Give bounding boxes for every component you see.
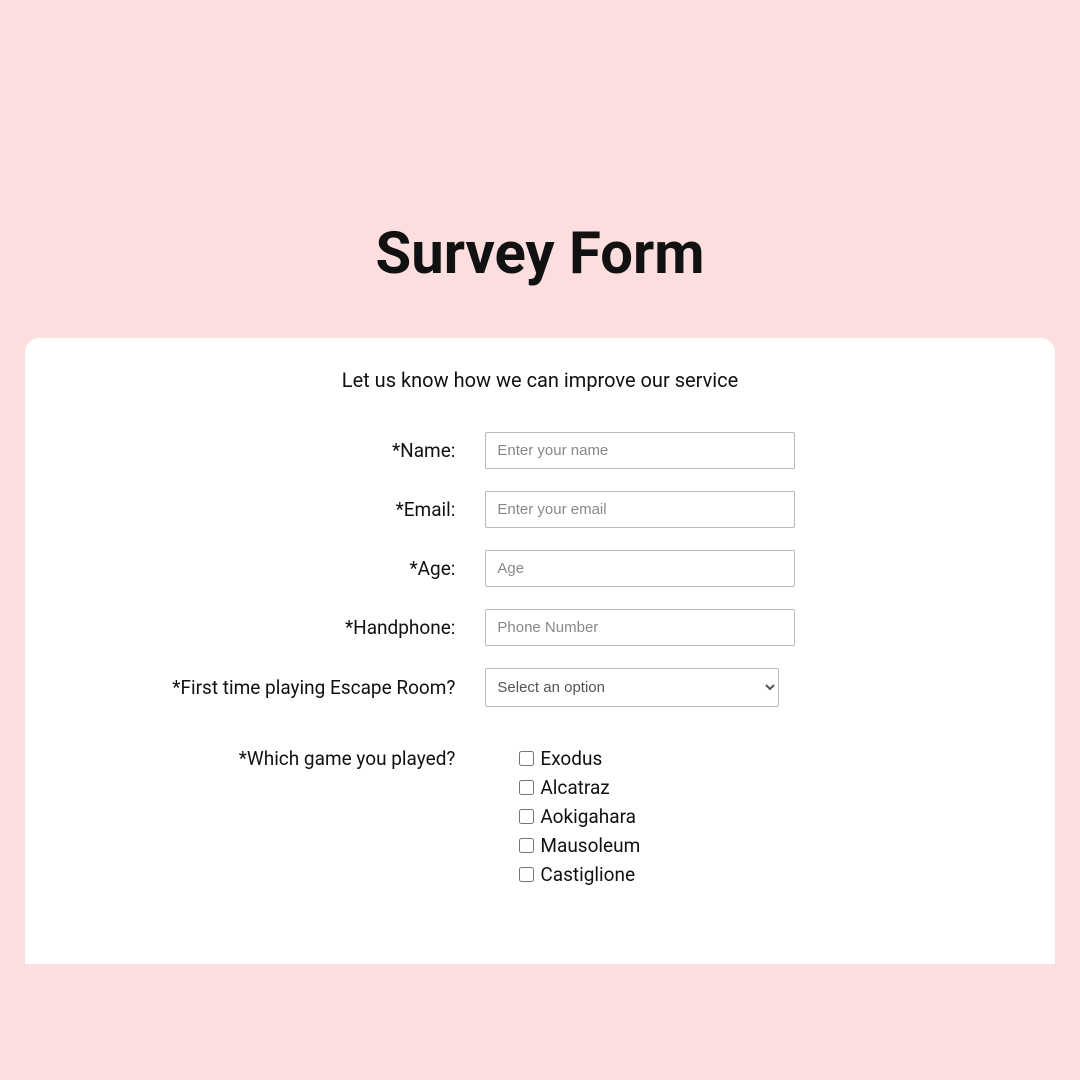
game-option-label: Aokigahara <box>540 805 636 828</box>
survey-card: Let us know how we can improve our servi… <box>25 338 1055 964</box>
game-option-label: Mausoleum <box>540 834 640 857</box>
game-checkbox-exodus[interactable] <box>519 751 534 766</box>
game-checkbox-alcatraz[interactable] <box>519 780 534 795</box>
page-title: Survey Form <box>0 220 1080 288</box>
game-option-label: Castiglione <box>540 863 635 886</box>
email-label: *Email: <box>85 498 485 521</box>
game-checkbox-mausoleum[interactable] <box>519 838 534 853</box>
game-checkbox-castiglione[interactable] <box>519 867 534 882</box>
age-label: *Age: <box>85 557 485 580</box>
which-game-label: *Which game you played? <box>85 747 485 770</box>
handphone-label: *Handphone: <box>85 616 485 639</box>
age-input[interactable] <box>485 550 795 587</box>
name-label: *Name: <box>85 439 485 462</box>
game-option-castiglione[interactable]: Castiglione <box>519 863 995 886</box>
handphone-input[interactable] <box>485 609 795 646</box>
first-time-select[interactable]: Select an option <box>485 668 779 707</box>
game-option-label: Exodus <box>540 747 602 770</box>
game-option-mausoleum[interactable]: Mausoleum <box>519 834 995 857</box>
page-subtitle: Let us know how we can improve our servi… <box>85 368 995 392</box>
game-checkbox-group: Exodus Alcatraz Aokigahara Mausoleum <box>485 747 995 886</box>
game-option-label: Alcatraz <box>540 776 609 799</box>
game-option-aokigahara[interactable]: Aokigahara <box>519 805 995 828</box>
name-input[interactable] <box>485 432 795 469</box>
game-option-exodus[interactable]: Exodus <box>519 747 995 770</box>
first-time-label: *First time playing Escape Room? <box>85 676 485 699</box>
game-option-alcatraz[interactable]: Alcatraz <box>519 776 995 799</box>
email-input[interactable] <box>485 491 795 528</box>
game-checkbox-aokigahara[interactable] <box>519 809 534 824</box>
